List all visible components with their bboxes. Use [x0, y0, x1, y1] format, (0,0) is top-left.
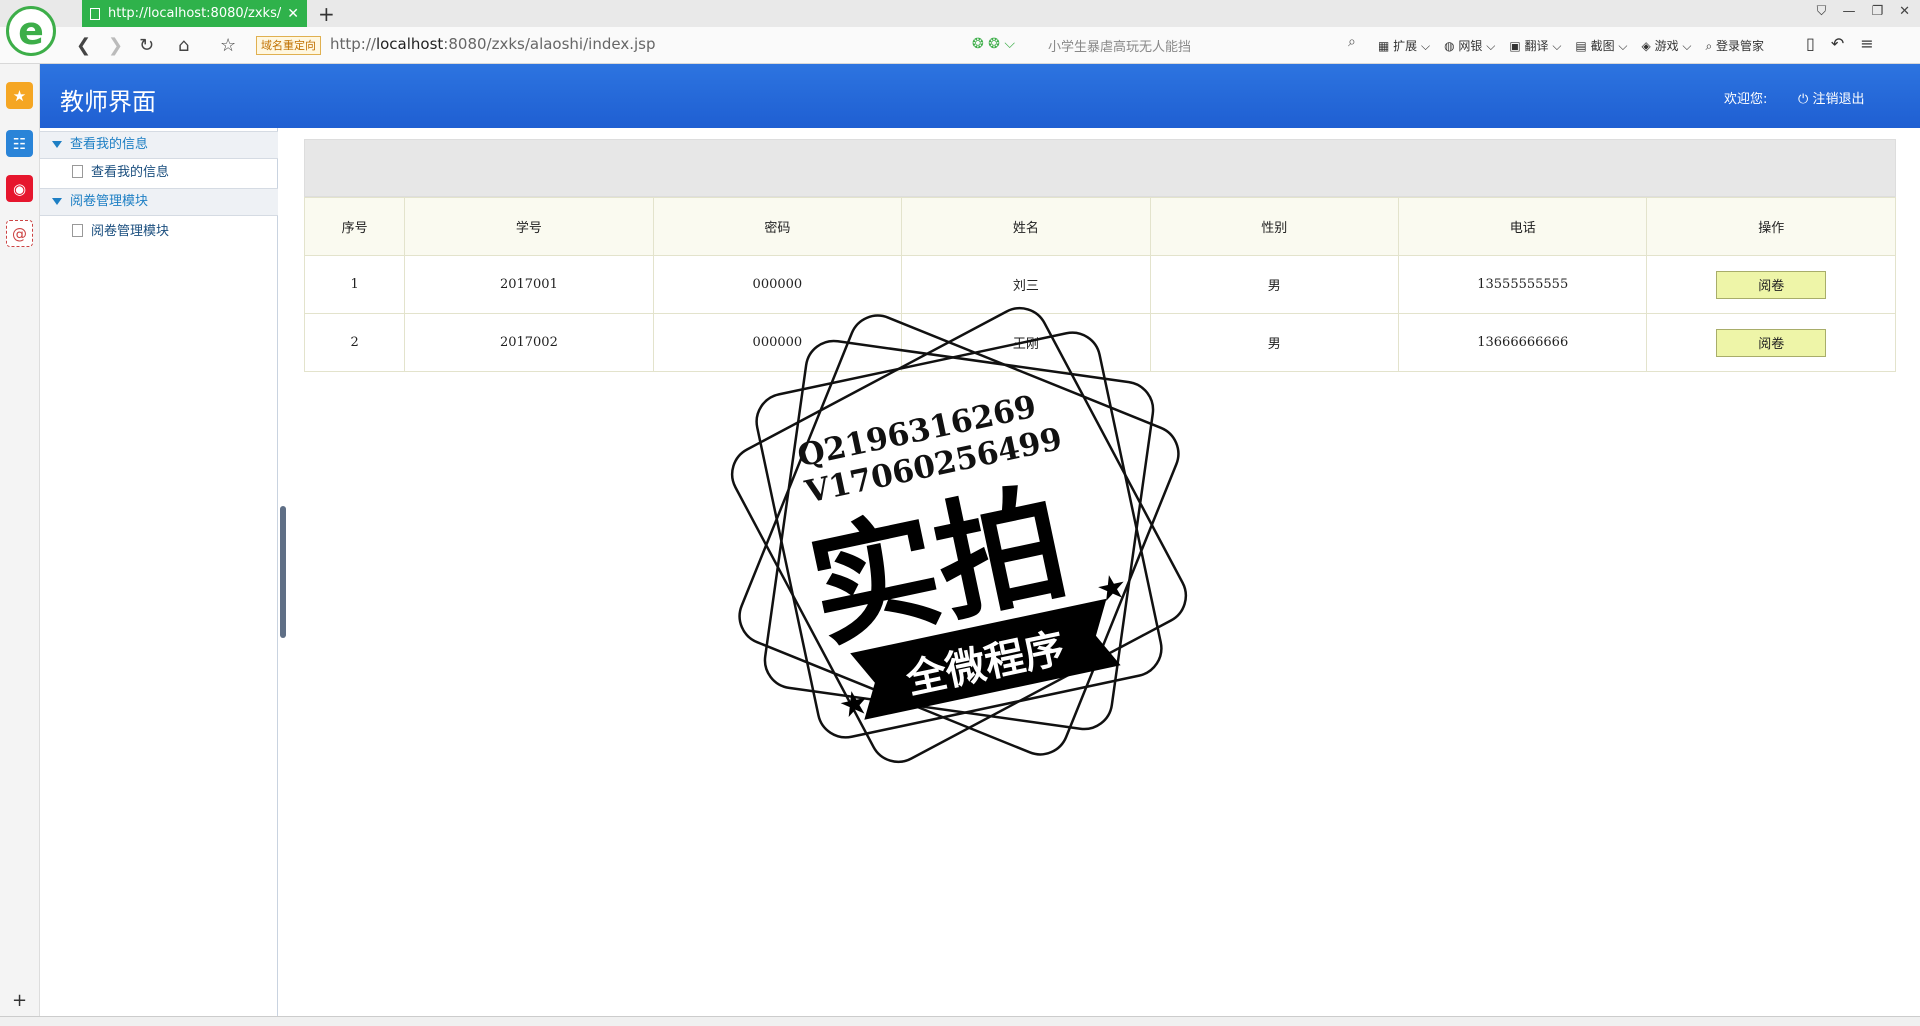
page-icon: [90, 7, 100, 20]
sidebar-group-grading[interactable]: 阅卷管理模块: [40, 188, 278, 216]
extension-bar: ▦ 扩展 ⌵ ◍ 网银 ⌵ ▣ 翻译 ⌵ ▤ 截图 ⌵ ◈ 游戏 ⌵ ⌕ 登录管…: [1378, 37, 1764, 54]
home-icon[interactable]: ⌂: [178, 35, 189, 56]
col-header-phone: 电话: [1397, 197, 1648, 256]
mail-icon[interactable]: @: [6, 220, 33, 247]
document-icon: [72, 165, 83, 178]
read-paper-button[interactable]: 阅卷: [1716, 270, 1827, 299]
ext-item-bank[interactable]: ◍ 网银 ⌵: [1444, 37, 1495, 54]
redirect-badge[interactable]: 域名重定向: [256, 36, 321, 55]
table-header-row: 序号 学号 密码 姓名 性别 电话 操作: [303, 197, 1896, 256]
search-icon[interactable]: ⌕: [1348, 34, 1356, 50]
restore-icon[interactable]: ❐: [1871, 4, 1883, 19]
expand-triangle-icon: [52, 141, 62, 148]
sidebar-group-my-info[interactable]: 查看我的信息: [40, 131, 278, 159]
sidebar-item-grading[interactable]: 阅卷管理模块: [72, 222, 169, 242]
tab-title: http://localhost:8080/zxks/ala: [108, 6, 282, 21]
cell-action: 阅卷: [1646, 313, 1896, 372]
new-tab-button[interactable]: +: [318, 2, 335, 26]
document-icon: [72, 224, 83, 237]
tab-close-icon[interactable]: ✕: [287, 6, 299, 22]
power-icon: ⏻: [1798, 92, 1809, 107]
sidebar-item-my-info[interactable]: 查看我的信息: [72, 163, 169, 183]
cell-id: 2017002: [404, 313, 654, 372]
app-sidebar: [40, 128, 278, 1016]
search-input[interactable]: 小学生暴虐高玩无人能挡: [1048, 36, 1191, 55]
cell-phone: 13666666666: [1397, 313, 1648, 372]
welcome-text: 欢迎您:: [1724, 92, 1768, 107]
weibo-icon[interactable]: ◉: [6, 175, 33, 202]
content-toolbar: [304, 139, 1896, 197]
url-host: localhost: [375, 35, 444, 53]
address-bar[interactable]: http://localhost:8080/zxks/alaoshi/index…: [330, 35, 655, 53]
read-paper-button[interactable]: 阅卷: [1716, 328, 1827, 357]
browser-status-bar: [0, 1016, 1920, 1026]
security-icons[interactable]: ❂ ❂ ⌵: [972, 36, 1015, 52]
cell-phone: 13555555555: [1397, 255, 1648, 314]
col-header-gender: 性别: [1149, 197, 1400, 256]
refresh-icon[interactable]: ↻: [139, 35, 154, 56]
forward-icon[interactable]: ❯: [108, 35, 123, 56]
star-icon: ★: [835, 682, 873, 727]
col-header-action: 操作: [1646, 197, 1896, 256]
app-header: [40, 64, 1920, 128]
watermark-stamp: Q2196316269 V17060256499 实拍 全微程序 ★ ★: [730, 306, 1188, 764]
col-header-password: 密码: [652, 197, 903, 256]
page-title: 教师界面: [60, 88, 156, 116]
bookmark-icon[interactable]: ▯: [1806, 34, 1815, 53]
cell-index: 2: [303, 313, 406, 372]
col-header-name: 姓名: [901, 197, 1151, 256]
expand-triangle-icon: [52, 198, 62, 205]
ext-item-screenshot[interactable]: ▤ 截图 ⌵: [1575, 37, 1627, 54]
back-icon[interactable]: ❮: [76, 35, 91, 56]
url-prefix: http://: [330, 35, 376, 53]
close-window-icon[interactable]: ✕: [1899, 4, 1910, 19]
url-rest: :8080/zxks/alaoshi/index.jsp: [443, 35, 656, 53]
ext-item-games[interactable]: ◈ 游戏 ⌵: [1642, 37, 1692, 54]
col-header-id: 学号: [404, 197, 654, 256]
skin-icon[interactable]: ⛉: [1817, 4, 1827, 19]
favorites-icon[interactable]: ★: [6, 82, 33, 109]
cell-action: 阅卷: [1646, 255, 1896, 314]
toolbar-right-icons: ▯ ↶ ≡: [1806, 34, 1874, 53]
sidebar-splitter[interactable]: [280, 506, 286, 638]
window-controls: ⛉ — ❐ ✕: [1817, 4, 1910, 19]
cell-id: 2017001: [404, 255, 654, 314]
reader-icon[interactable]: ☷: [6, 130, 33, 157]
minimize-icon[interactable]: —: [1842, 4, 1855, 19]
col-header-index: 序号: [303, 197, 406, 256]
browser-logo-icon[interactable]: e: [6, 6, 56, 56]
logout-link[interactable]: ⏻ 注销退出: [1798, 88, 1864, 107]
star-icon[interactable]: ☆: [220, 35, 236, 56]
undo-icon[interactable]: ↶: [1831, 34, 1844, 53]
browser-side-panel: [0, 64, 40, 1016]
browser-tab-active[interactable]: http://localhost:8080/zxks/ala ✕: [82, 0, 307, 27]
ext-item-expand[interactable]: ▦ 扩展 ⌵: [1378, 37, 1430, 54]
add-panel-icon[interactable]: +: [12, 990, 27, 1011]
ext-item-login[interactable]: ⌕ 登录管家: [1706, 37, 1765, 54]
ext-item-translate[interactable]: ▣ 翻译 ⌵: [1509, 37, 1561, 54]
menu-icon[interactable]: ≡: [1860, 34, 1873, 53]
cell-index: 1: [303, 255, 406, 314]
